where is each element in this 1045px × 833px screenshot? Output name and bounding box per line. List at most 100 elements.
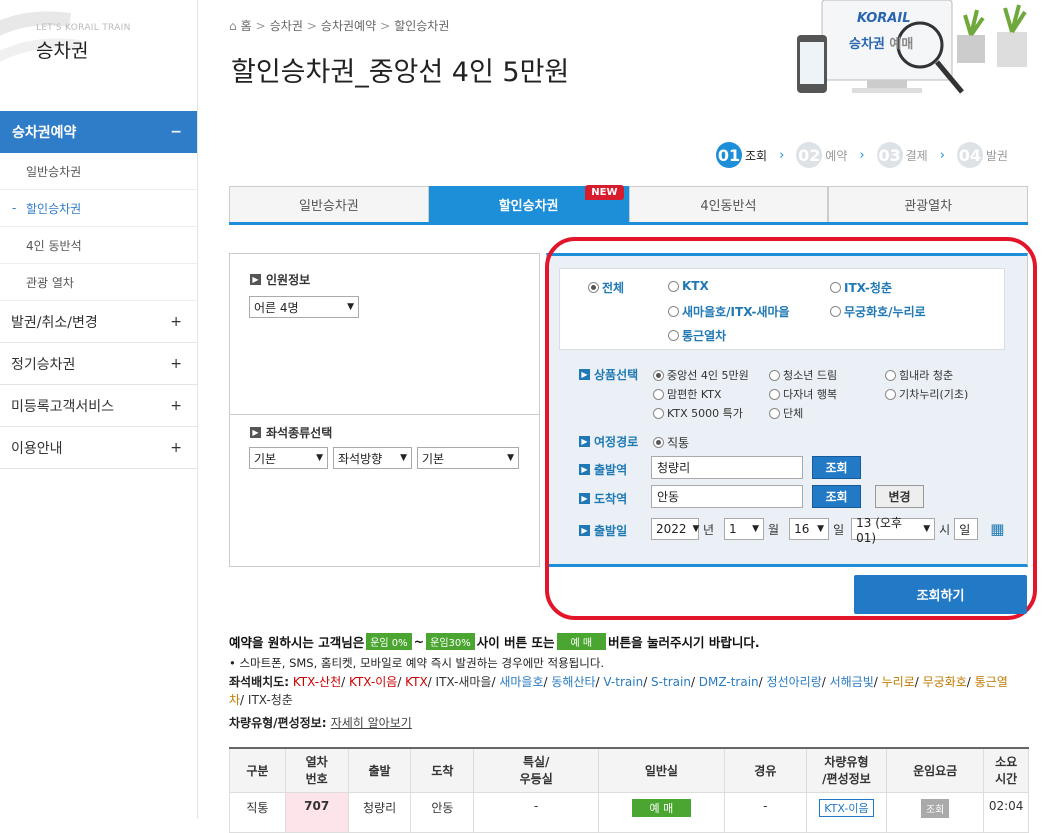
sidebar-item-tour-train[interactable]: 관광 열차 <box>0 264 197 301</box>
sidebar-menu-season-ticket[interactable]: 정기승차권 + <box>0 343 197 385</box>
home-icon[interactable]: ⌂ <box>229 19 237 33</box>
korail-illustration: KORAIL 승차권 예매 <box>797 0 1045 110</box>
sidebar-title: 승차권 <box>36 40 89 62</box>
sidebar-menu-label: 이용안내 <box>11 440 63 457</box>
step-label: 예약 <box>825 148 848 163</box>
chevron-down-icon: ▼ <box>316 453 323 463</box>
sidebar-menu-label: 정기승차권 <box>11 356 76 373</box>
seat-layout-link[interactable]: 무궁화호 <box>923 675 967 689</box>
seat-layout-link[interactable]: 새마을호 <box>499 675 543 689</box>
reserve-tag: 예 매 <box>556 633 607 650</box>
step-label: 조회 <box>745 148 768 163</box>
seat-layout-link[interactable]: ITX-청춘 <box>248 693 293 707</box>
seat-direction-value: 좌석방향 <box>338 451 383 466</box>
cell-vehicle: KTX-이음 <box>805 791 887 833</box>
chevron-down-icon: ▼ <box>347 302 354 312</box>
fare-lookup-button[interactable]: 조회 <box>920 798 950 818</box>
sidebar-menu-guide[interactable]: 이용안내 + <box>0 427 197 469</box>
sidebar-subtitle: LET'S KORAIL TRAIN <box>36 23 131 33</box>
fare-30-tag: 운임30% <box>426 633 475 650</box>
expand-icon: + <box>170 355 182 372</box>
cell-type: 직통 <box>229 791 286 833</box>
sidebar-menu-label: 발권/취소/변경 <box>11 314 98 331</box>
expand-icon: + <box>170 313 182 330</box>
highlight-frame <box>545 237 1037 620</box>
passenger-select-value: 어른 4명 <box>254 300 299 315</box>
column-header: 특실/ 우등실 <box>473 747 600 793</box>
vehicle-type-link[interactable]: KTX-이음 <box>819 798 874 817</box>
column-header: 경유 <box>723 747 807 793</box>
column-header: 차량유형 /편성정보 <box>805 747 887 793</box>
tab-discount-ticket[interactable]: 할인승차권 NEW <box>428 185 629 222</box>
sidebar-item-4-companion-seat[interactable]: 4인 동반석 <box>0 227 197 264</box>
sidebar-menu-guest-service[interactable]: 미등록고객서비스 + <box>0 385 197 427</box>
step-label: 결제 <box>905 148 928 163</box>
column-header: 출발 <box>347 747 412 793</box>
seat-layout-link[interactable]: DMZ-train <box>699 675 759 689</box>
chevron-down-icon: ▼ <box>400 453 407 463</box>
seat-position-select[interactable]: 기본 ▼ <box>417 447 519 469</box>
seat-layout-link[interactable]: 누리로 <box>882 675 915 689</box>
seat-layout-link[interactable]: 서해금빛 <box>830 675 874 689</box>
tab-4-companion-seat[interactable]: 4인동반석 <box>628 186 829 222</box>
illustration-caption-b: 예매 <box>889 37 914 52</box>
notice-text: 예약을 원하시는 고객님은 <box>229 635 365 650</box>
seat-layout-link[interactable]: ITX-새마을 <box>436 675 492 689</box>
seat-grade-value: 기본 <box>254 451 277 466</box>
notice: 예약을 원하시는 고객님은 운임 0% ~ 운임30% 사이 버튼 또는 예 매… <box>229 632 1029 671</box>
breadcrumb-item[interactable]: 홈 <box>241 17 252 34</box>
sidebar-section-label: 승차권예약 <box>12 125 77 141</box>
cell-duration: 02:04 <box>983 791 1029 833</box>
passenger-label-text: 인원정보 <box>266 273 311 287</box>
tab-general-ticket[interactable]: 일반승차권 <box>229 186 429 222</box>
results-table: 구분 열차 번호 출발 도착 특실/ 우등실 일반실 경유 차량유형 /편성정보 운임요금 소요 … <box>229 747 1029 833</box>
tab-label: 4인동반석 <box>700 199 757 214</box>
step-indicator: 01 조회 › 02 예약 › 03 결제 › 04 발권 <box>716 142 1008 168</box>
reserve-button[interactable]: 예 매 <box>631 798 692 817</box>
notice-line-2: • 스마트폰, SMS, 홈티켓, 모바일로 예약 즉시 발권하는 경우에만 적… <box>229 656 605 670</box>
monitor-illustration-icon <box>797 0 1027 94</box>
seat-layout-link[interactable]: 동해산타 <box>551 675 595 689</box>
sidebar-item-discount-ticket[interactable]: - 할인승차권 <box>0 190 197 227</box>
seat-layout-link[interactable]: KTX-이음 <box>349 675 397 689</box>
expand-icon: + <box>170 397 182 414</box>
vehicle-info-link[interactable]: 자세히 알아보기 <box>331 716 412 730</box>
step-number: 04 <box>956 142 983 168</box>
step-number: 03 <box>876 142 903 168</box>
step-number: 01 <box>716 142 742 168</box>
seat-layout-link[interactable]: KTX-산천 <box>293 675 341 689</box>
cell-fare: 조회 <box>885 791 985 833</box>
sidebar-section-ticket-reservation[interactable]: 승차권예약 − <box>0 111 197 153</box>
seat-layout-link[interactable]: KTX <box>405 675 428 689</box>
new-badge: NEW <box>585 185 624 200</box>
breadcrumb-item[interactable]: 승차권 <box>270 17 303 34</box>
sidebar-item-label: 할인승차권 <box>26 201 82 216</box>
column-header: 일반실 <box>598 747 725 793</box>
seat-layout-link[interactable]: 정선아리랑 <box>767 675 822 689</box>
illustration-caption-a: 승차권 <box>849 37 885 52</box>
tab-label: 할인승차권 <box>498 199 559 214</box>
seat-layout-link[interactable]: S-train <box>651 675 691 689</box>
breadcrumb-item[interactable]: 승차권예약 <box>321 17 376 34</box>
notice-line-1: 예약을 원하시는 고객님은 운임 0% ~ 운임30% 사이 버튼 또는 예 매… <box>229 632 1029 651</box>
vehicle-info-label: 차량유형/편성정보: <box>229 716 327 730</box>
passenger-select[interactable]: 어른 4명 ▼ <box>249 296 359 318</box>
notice-text: 버튼을 눌러주시기 바랍니다. <box>608 635 760 650</box>
sidebar-menu-issue-cancel[interactable]: 발권/취소/변경 + <box>0 301 197 343</box>
search-trains-button[interactable]: 조회하기 <box>854 575 1027 614</box>
tab-tour-train[interactable]: 관광열차 <box>828 186 1028 222</box>
seat-layout-links: 좌석배치도: KTX-산천/ KTX-이음/ KTX/ ITX-새마을/ 새마을… <box>229 675 1008 707</box>
seat-direction-select[interactable]: 좌석방향 ▼ <box>333 447 412 469</box>
column-header: 열차 번호 <box>284 747 349 793</box>
seat-grade-select[interactable]: 기본 ▼ <box>249 447 328 469</box>
collapse-icon: − <box>170 124 182 140</box>
seat-layout-link[interactable]: V-train <box>603 675 643 689</box>
chevron-right-icon: › <box>859 147 865 163</box>
passenger-panel: ▶ 인원정보 어른 4명 ▼ ▶ 좌석종류선택 기본 ▼ 좌석방향 ▼ 기본 ▼ <box>229 253 540 567</box>
step-issue: 04 발권 <box>956 142 1008 168</box>
sidebar-item-general-ticket[interactable]: 일반승차권 <box>0 153 197 190</box>
tab-label: 관광열차 <box>904 199 953 214</box>
seat-type-label: ▶ 좌석종류선택 <box>250 424 539 441</box>
sidebar-item-label: 관광 열차 <box>26 275 74 290</box>
arrow-right-icon: ▶ <box>250 427 261 438</box>
